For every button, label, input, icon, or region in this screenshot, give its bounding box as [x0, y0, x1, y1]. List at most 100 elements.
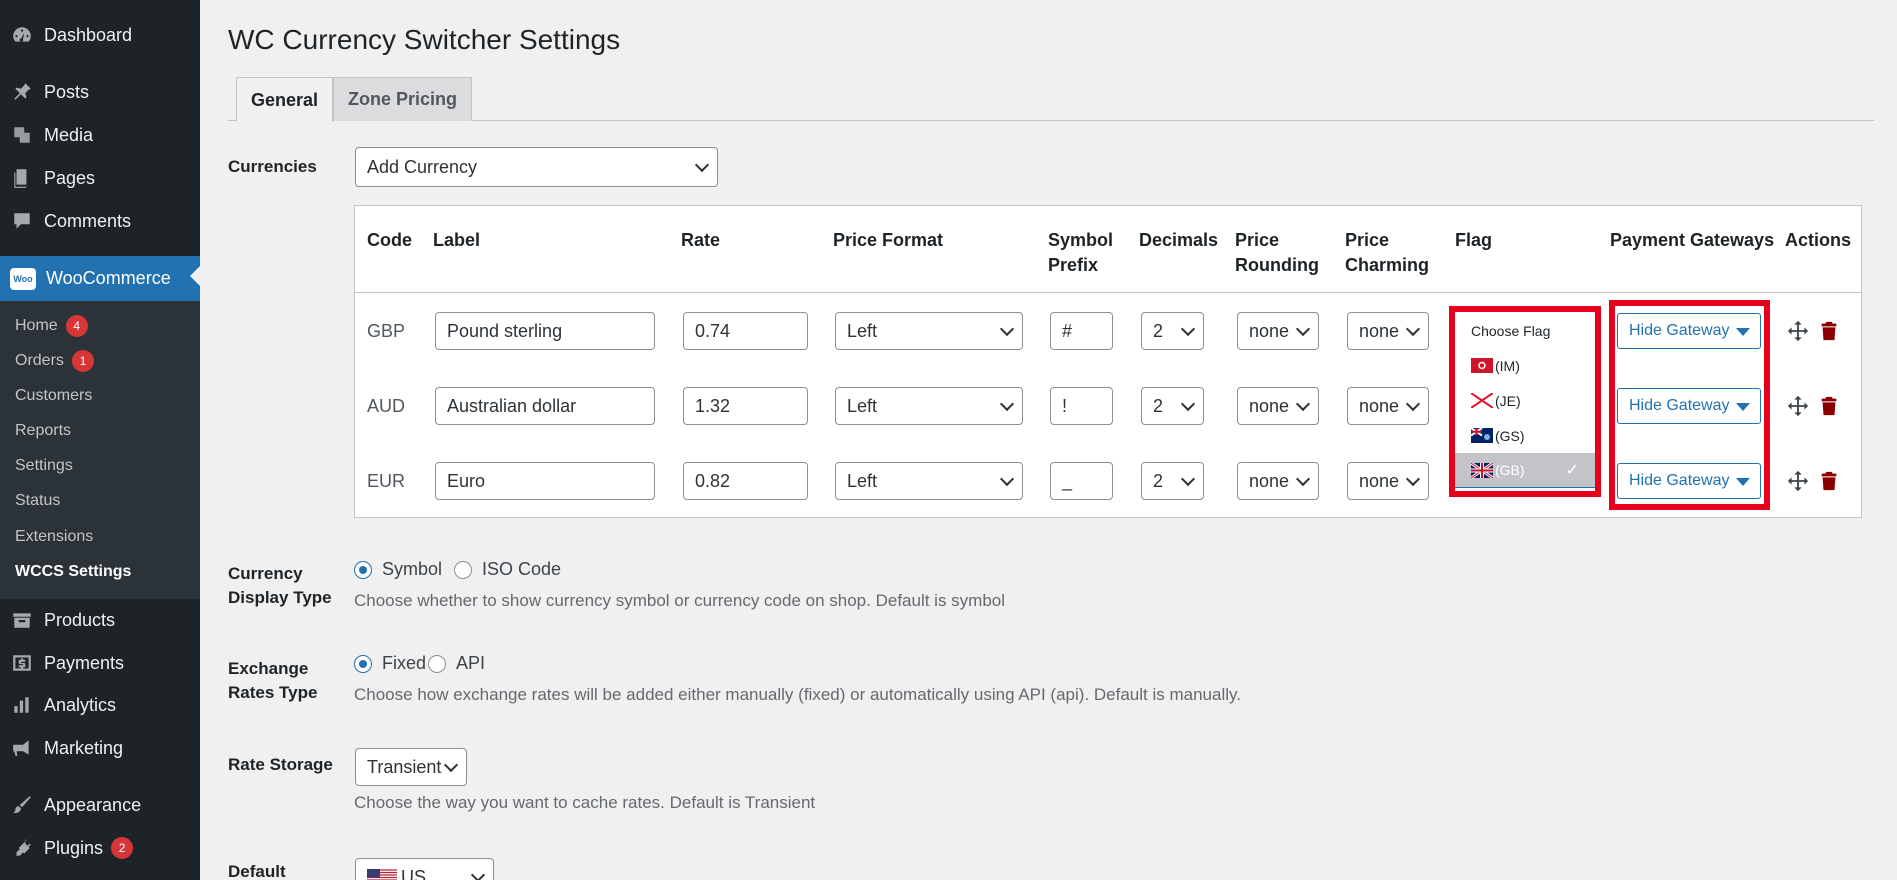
rate-storage-label: Rate Storage	[228, 755, 333, 774]
menu-item-posts[interactable]: Posts	[0, 72, 200, 112]
decimals-select[interactable]: 2	[1141, 462, 1204, 500]
menu-item-dashboard[interactable]: Dashboard	[0, 15, 200, 55]
price-rounding-select[interactable]: none	[1237, 387, 1319, 425]
radio-iso-code[interactable]	[454, 560, 473, 579]
symbol-prefix-input[interactable]: _	[1050, 462, 1113, 500]
dashboard-icon	[10, 23, 34, 47]
header-line: Charming	[1345, 255, 1430, 275]
select-value: none	[1359, 470, 1400, 491]
submenu-item-customers[interactable]: Customers	[15, 382, 92, 410]
price-rounding-select[interactable]: none	[1237, 462, 1319, 500]
tab-general[interactable]: General	[236, 77, 334, 122]
submenu-item-reports[interactable]: Reports	[15, 417, 71, 445]
label-line: Exchange	[228, 659, 309, 678]
menu-label: Analytics	[44, 694, 117, 715]
move-icon[interactable]	[1786, 319, 1810, 343]
rate-input[interactable]: 0.82	[683, 462, 808, 500]
add-currency-value: Add Currency	[367, 156, 478, 177]
display-type-label: Currency Display Type	[228, 562, 332, 610]
menu-label: Marketing	[44, 737, 124, 758]
menu-item-payments[interactable]: Payments	[0, 643, 200, 683]
decimals-select[interactable]: 2	[1141, 312, 1204, 350]
delete-icon[interactable]	[1817, 469, 1841, 493]
decimals-select[interactable]: 2	[1141, 387, 1204, 425]
submenu-item-settings[interactable]: Settings	[15, 452, 73, 480]
chevron-down-icon	[1405, 396, 1421, 412]
exchange-type-label: Exchange Rates Type	[228, 657, 317, 705]
menu-label: Media	[44, 124, 94, 145]
price-charming-select[interactable]: none	[1347, 462, 1429, 500]
us-flag-icon	[367, 869, 397, 880]
menu-item-analytics[interactable]: Analytics	[0, 685, 200, 725]
submenu-item-home[interactable]: Home 4	[15, 312, 88, 340]
radio-api[interactable]	[428, 654, 447, 673]
header-flag: Flag	[1455, 230, 1493, 250]
price-rounding-select[interactable]: none	[1237, 312, 1319, 350]
submenu-label: Settings	[15, 457, 73, 474]
woocommerce-submenu: Home 4 Orders 1 Customers Reports Settin…	[0, 301, 200, 599]
chevron-down-icon	[1295, 471, 1311, 487]
exchange-type-help: Choose how exchange rates will be added …	[354, 685, 1241, 704]
menu-label: Dashboard	[44, 24, 133, 45]
rate-input[interactable]: 1.32	[683, 387, 808, 425]
menu-item-appearance[interactable]: Appearance	[0, 785, 200, 825]
exchange-type-radios: Fixed API	[354, 653, 485, 674]
gateway-highlight-box	[1609, 300, 1770, 510]
page-title: WC Currency Switcher Settings	[228, 24, 621, 55]
submenu-label: Orders	[15, 352, 64, 369]
radio-fixed[interactable]	[354, 654, 372, 673]
label-input[interactable]: Euro	[435, 462, 655, 500]
header-divider	[355, 292, 1861, 293]
menu-item-comments[interactable]: Comments	[0, 201, 200, 241]
menu-item-media[interactable]: Media	[0, 115, 200, 155]
label-input[interactable]: Australian dollar	[435, 387, 655, 425]
plug-icon	[10, 836, 34, 860]
price-charming-select[interactable]: none	[1347, 387, 1429, 425]
menu-label: Appearance	[44, 794, 142, 815]
symbol-prefix-input[interactable]: #	[1050, 312, 1113, 350]
currencies-label: Currencies	[228, 157, 317, 176]
menu-label: Products	[44, 609, 116, 630]
tab-zone-pricing[interactable]: Zone Pricing	[333, 77, 473, 121]
rate-storage-select[interactable]: Transient	[355, 748, 467, 786]
price-format-select[interactable]: Left	[835, 462, 1023, 500]
header-decimals: Decimals	[1139, 230, 1219, 250]
price-charming-select[interactable]: none	[1347, 312, 1429, 350]
submenu-item-wccs-settings[interactable]: WCCS Settings	[15, 558, 131, 586]
price-format-select[interactable]: Left	[835, 312, 1023, 350]
delete-icon[interactable]	[1817, 319, 1841, 343]
woo-icon: Woo	[10, 267, 36, 290]
chevron-down-icon	[999, 321, 1015, 337]
submenu-label: Extensions	[15, 528, 94, 545]
default-currency-select[interactable]: US	[355, 858, 494, 880]
submenu-item-extensions[interactable]: Extensions	[15, 523, 93, 551]
label-input[interactable]: Pound sterling	[435, 312, 655, 350]
chevron-down-icon	[1405, 471, 1421, 487]
symbol-prefix-input[interactable]: !	[1050, 387, 1113, 425]
rate-input[interactable]: 0.74	[683, 312, 808, 350]
display-type-help: Choose whether to show currency symbol o…	[354, 591, 1006, 610]
select-value: Left	[847, 395, 878, 416]
header-price-format: Price Format	[833, 230, 944, 250]
radio-symbol[interactable]	[354, 560, 372, 579]
header-line: Rounding	[1235, 255, 1319, 275]
chevron-down-icon	[1405, 321, 1421, 337]
submenu-item-status[interactable]: Status	[15, 487, 60, 515]
chevron-down-icon	[1295, 321, 1311, 337]
menu-item-products[interactable]: Products	[0, 600, 200, 640]
home-count-badge: 4	[65, 315, 88, 337]
delete-icon[interactable]	[1817, 394, 1841, 418]
menu-label: Plugins	[44, 837, 104, 858]
submenu-label: Customers	[15, 387, 93, 404]
price-format-select[interactable]: Left	[835, 387, 1023, 425]
menu-item-marketing[interactable]: Marketing	[0, 728, 200, 768]
menu-item-woocommerce[interactable]: Woo WooCommerce	[0, 256, 200, 301]
submenu-label: Home	[15, 317, 58, 334]
move-icon[interactable]	[1786, 469, 1810, 493]
move-icon[interactable]	[1786, 394, 1810, 418]
settings-tabs: General Zone Pricing	[228, 77, 1874, 122]
menu-item-plugins[interactable]: Plugins 2	[0, 828, 200, 868]
submenu-item-orders[interactable]: Orders 1	[15, 347, 94, 375]
add-currency-select[interactable]: Add Currency	[355, 147, 718, 187]
menu-item-pages[interactable]: Pages	[0, 158, 200, 198]
